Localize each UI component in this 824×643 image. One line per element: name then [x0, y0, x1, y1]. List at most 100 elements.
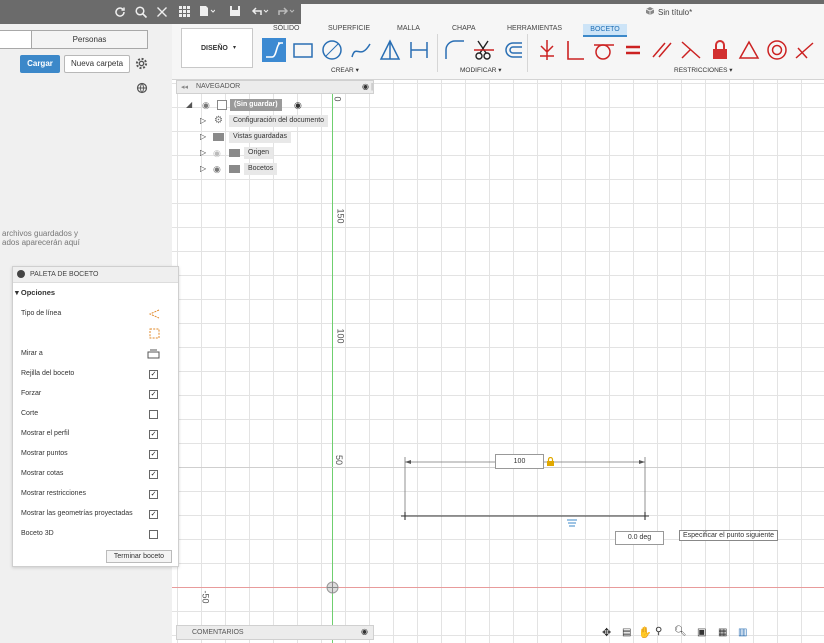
browser-item[interactable]: ▷ ◉ Bocetos — [198, 162, 278, 176]
expand-icon[interactable]: ▷ — [200, 130, 206, 144]
palette-option[interactable]: Mostrar restricciones ✓ — [21, 484, 178, 504]
look-at-icon[interactable] — [147, 349, 160, 359]
browser-panel-header: ◂◂ NAVEGADOR ◉ | — [176, 80, 374, 94]
collapse-icon[interactable]: ◂◂ — [181, 83, 188, 91]
option-checkbox[interactable]: ✓ — [149, 510, 158, 519]
grid-menu-icon[interactable] — [178, 5, 190, 17]
angle-input[interactable]: 0.0 deg — [615, 531, 664, 545]
line-tool-button[interactable] — [262, 38, 286, 62]
browser-root[interactable]: ◢ ◉ (Sin guardar) ◉ — [184, 98, 314, 112]
eye-icon[interactable]: ◉ — [213, 162, 221, 176]
orbit-icon[interactable]: ✥ — [602, 626, 611, 639]
undo-icon[interactable] — [251, 5, 269, 17]
file-icon[interactable] — [199, 5, 215, 17]
option-checkbox[interactable]: ✓ — [149, 390, 158, 399]
search-icon[interactable] — [134, 5, 148, 19]
palette-option[interactable]: Mostrar puntos ✓ — [21, 444, 178, 464]
finish-sketch-button[interactable]: Terminar boceto — [106, 550, 172, 563]
option-checkbox[interactable]: ✓ — [149, 470, 158, 479]
fillet-tool-button[interactable] — [443, 38, 467, 62]
expand-icon[interactable]: ▷ — [200, 146, 206, 160]
offset-tool-button[interactable] — [501, 38, 525, 62]
spline-tool-button[interactable] — [349, 38, 373, 62]
palette-option[interactable]: Mostrar el perfil ✓ — [21, 424, 178, 444]
dimension-input[interactable]: 100 — [495, 454, 544, 469]
tab-personas[interactable]: Personas — [31, 30, 148, 49]
browser-item[interactable]: ▷ ◉ Origen — [198, 146, 278, 160]
tab-malla[interactable]: MALLA — [397, 25, 420, 32]
palette-option[interactable]: Mostrar las geometrías proyectadas ✓ — [21, 504, 178, 524]
option-checkbox[interactable]: ✓ — [149, 370, 158, 379]
gear-icon[interactable] — [135, 57, 148, 70]
tab-boceto[interactable]: BOCETO — [583, 24, 627, 37]
minimize-icon[interactable] — [17, 270, 25, 278]
equal-tool-button[interactable] — [621, 38, 645, 62]
parallel-tool-button[interactable] — [650, 38, 674, 62]
fix-tool-button[interactable] — [708, 38, 732, 62]
viewports-icon[interactable]: ▥ — [738, 627, 747, 638]
trim-tool-button[interactable] — [472, 38, 496, 62]
tab-proyecto[interactable] — [0, 30, 32, 49]
concentric-tool-button[interactable] — [765, 38, 789, 62]
panel-grip-icon[interactable]: | — [371, 82, 373, 91]
slot-tool-button[interactable] — [407, 38, 431, 62]
palette-option[interactable]: Boceto 3D — [21, 524, 178, 544]
pan-icon[interactable]: ✋ — [638, 626, 652, 639]
options-section[interactable]: ▾ Opciones — [15, 288, 55, 297]
radio-icon[interactable]: ◉ — [294, 98, 302, 112]
tab-superficie[interactable]: SUPERFICIE — [328, 25, 370, 32]
constraints-menu[interactable]: RESTRICCIONES ▾ — [674, 66, 733, 74]
globe-icon[interactable] — [136, 82, 148, 94]
origin-point-icon[interactable] — [326, 581, 339, 594]
create-menu[interactable]: CREAR ▾ — [331, 66, 359, 74]
display-icon[interactable]: ▣ — [697, 627, 706, 638]
expand-icon[interactable]: ◢ — [186, 98, 192, 112]
new-folder-button[interactable]: Nueva carpeta — [64, 55, 130, 73]
comments-panel[interactable]: COMENTARIOS ◉ — [176, 625, 374, 640]
option-checkbox[interactable]: ✓ — [149, 430, 158, 439]
grid-icon[interactable]: ▦ — [718, 627, 727, 638]
tab-herramientas[interactable]: HERRAMIENTAS — [507, 25, 562, 32]
save-icon[interactable] — [229, 5, 241, 17]
add-comment-icon[interactable]: ◉ — [361, 627, 368, 636]
workspace-switcher[interactable]: DISEÑO ▾ — [181, 28, 253, 68]
expand-icon[interactable]: ▷ — [200, 162, 206, 176]
construction-line-icon[interactable] — [148, 309, 160, 319]
refresh-icon[interactable] — [113, 5, 127, 19]
option-checkbox[interactable]: ✓ — [149, 450, 158, 459]
tab-solido[interactable]: SÓLIDO — [273, 25, 299, 32]
centerline-icon[interactable] — [149, 328, 160, 339]
perpendicular-tool-button[interactable] — [679, 38, 703, 62]
project-tool-button[interactable] — [535, 38, 559, 62]
circle-tool-button[interactable] — [320, 38, 344, 62]
eye-icon[interactable]: ◉ — [213, 146, 221, 160]
palette-option[interactable]: Corte — [21, 404, 178, 424]
look-at-row[interactable]: Mirar a — [21, 344, 178, 364]
midpoint-tool-button[interactable] — [737, 38, 761, 62]
close-icon[interactable] — [155, 5, 169, 19]
upload-button[interactable]: Cargar — [20, 55, 60, 73]
zoom-icon[interactable]: 🔍︎ — [674, 626, 687, 637]
modify-menu[interactable]: MODIFICAR ▾ — [460, 66, 502, 74]
collinear-tool-button[interactable] — [793, 38, 817, 62]
polygon-tool-button[interactable] — [378, 38, 402, 62]
palette-option[interactable]: Rejilla del boceto ✓ — [21, 364, 178, 384]
browser-item[interactable]: ▷ Vistas guardadas — [198, 130, 308, 144]
expand-icon[interactable]: ▷ — [200, 114, 206, 128]
toolbar-divider — [527, 34, 528, 72]
eye-icon[interactable]: ◉ — [202, 98, 210, 112]
redo-icon[interactable] — [277, 5, 295, 17]
zoom-fit-icon[interactable]: ⚲ — [655, 626, 662, 637]
tab-chapa[interactable]: CHAPA — [452, 25, 476, 32]
palette-option[interactable]: Mostrar cotas ✓ — [21, 464, 178, 484]
look-at-icon[interactable]: ▤ — [622, 627, 631, 638]
option-checkbox[interactable] — [149, 410, 158, 419]
rectangle-tool-button[interactable] — [291, 38, 315, 62]
option-checkbox[interactable] — [149, 530, 158, 539]
palette-option[interactable]: Forzar ✓ — [21, 384, 178, 404]
tangent-tool-button[interactable] — [592, 38, 616, 62]
browser-item[interactable]: ▷ ⚙ Configuración del documento — [198, 114, 338, 128]
option-checkbox[interactable]: ✓ — [149, 490, 158, 499]
coincident-tool-button[interactable] — [564, 38, 588, 62]
minimize-icon[interactable]: ◉ — [362, 82, 369, 91]
